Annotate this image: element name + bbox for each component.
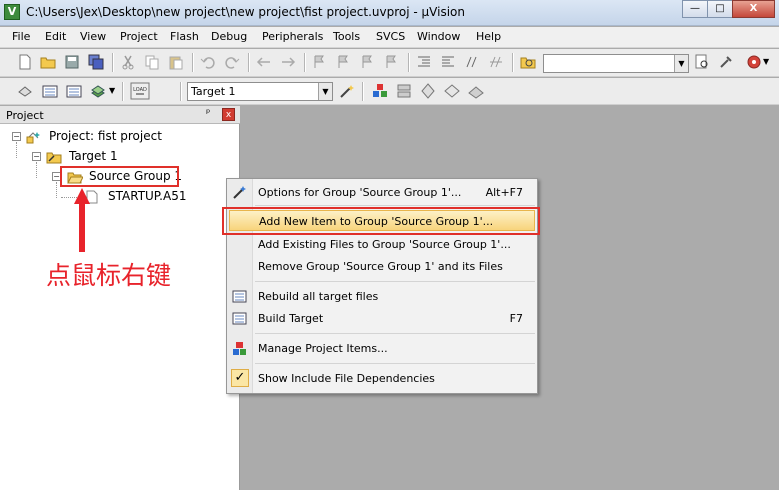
rebuild-icon <box>232 290 247 303</box>
menu-svcs[interactable]: SVCS <box>376 30 405 43</box>
menu-peripherals[interactable]: Peripherals <box>262 30 323 43</box>
select-pack-icon[interactable] <box>420 83 436 99</box>
uvision-app-icon: V <box>4 4 20 20</box>
svg-text:LOAD: LOAD <box>133 87 147 93</box>
menu-debug[interactable]: Debug <box>211 30 247 43</box>
target-options-wand-icon[interactable] <box>339 83 355 99</box>
menu-item-options-for-group[interactable]: Options for Group 'Source Group 1'... Al… <box>227 182 537 203</box>
menu-item-rebuild-all[interactable]: Rebuild all target files <box>227 286 537 307</box>
build-target-icon[interactable] <box>42 83 58 99</box>
menu-item-manage-project-items[interactable]: Manage Project Items... <box>227 338 537 359</box>
menu-view[interactable]: View <box>80 30 106 43</box>
menu-help[interactable]: Help <box>476 30 501 43</box>
highlight-box-add-new-item <box>222 207 540 235</box>
find-combo[interactable]: ▼ <box>543 54 689 73</box>
tools-icon[interactable] <box>718 54 734 70</box>
build-icon <box>232 312 247 325</box>
tree-target-label[interactable]: Target 1 <box>69 149 118 163</box>
menu-item-build-target[interactable]: Build Target F7 <box>227 308 537 329</box>
bookmark-icon[interactable] <box>312 54 328 70</box>
save-icon[interactable] <box>64 54 80 70</box>
standard-toolbar: ▼ ▼ <box>0 49 779 77</box>
cut-icon[interactable] <box>120 54 136 70</box>
find-in-files-icon[interactable] <box>520 54 536 70</box>
nav-forward-icon[interactable] <box>280 54 296 70</box>
chevron-down-icon[interactable]: ▼ <box>674 55 688 72</box>
menu-bar: File Edit View Project Flash Debug Perip… <box>0 27 779 48</box>
chevron-down-icon[interactable]: ▼ <box>318 83 332 100</box>
menu-project[interactable]: Project <box>120 30 158 43</box>
menu-flash[interactable]: Flash <box>170 30 199 43</box>
copy-icon[interactable] <box>144 54 160 70</box>
new-file-icon[interactable] <box>17 54 33 70</box>
clear-bookmarks-icon[interactable] <box>384 54 400 70</box>
paste-icon[interactable] <box>168 54 184 70</box>
pin-icon[interactable]: ᵖ <box>206 108 210 119</box>
redo-icon[interactable] <box>224 54 240 70</box>
project-panel-header: Project ᵖ x <box>0 106 240 124</box>
batch-dropdown-icon[interactable]: ▼ <box>109 86 115 95</box>
prev-bookmark-icon[interactable] <box>336 54 352 70</box>
close-button[interactable]: X <box>732 0 775 18</box>
unindent-icon[interactable] <box>440 54 456 70</box>
menu-file[interactable]: File <box>12 30 30 43</box>
maximize-button[interactable]: □ <box>707 0 733 18</box>
annotation-text: 点鼠标右键 <box>46 261 172 290</box>
debug-session-icon[interactable] <box>746 54 762 70</box>
target-select-value: Target 1 <box>191 85 236 98</box>
rebuild-all-icon[interactable] <box>66 83 82 99</box>
minimize-button[interactable]: — <box>682 0 708 18</box>
menu-item-show-include-deps[interactable]: ✓ Show Include File Dependencies <box>227 368 537 389</box>
next-bookmark-icon[interactable] <box>360 54 376 70</box>
nav-back-icon[interactable] <box>256 54 272 70</box>
debug-dropdown-icon[interactable]: ▼ <box>763 57 769 66</box>
highlight-box-source-group <box>60 166 179 187</box>
undo-icon[interactable] <box>200 54 216 70</box>
annotation-arrow-icon <box>74 188 90 252</box>
project-panel: Project ᵖ x − Project: fist project − Ta… <box>0 106 240 490</box>
uvision-window: V C:\Users\Jex\Desktop\new project\new p… <box>0 0 779 490</box>
project-icon <box>26 132 40 144</box>
manage-components-icon[interactable] <box>372 83 388 99</box>
save-all-icon[interactable] <box>88 54 104 70</box>
tree-file-label[interactable]: STARTUP.A51 <box>108 189 186 203</box>
window-title: C:\Users\Jex\Desktop\new project\new pro… <box>26 5 465 19</box>
checkmark-icon: ✓ <box>231 369 249 387</box>
target-select[interactable]: Target 1 ▼ <box>187 82 333 101</box>
menu-tools[interactable]: Tools <box>333 30 360 43</box>
menu-item-remove-group[interactable]: Remove Group 'Source Group 1' and its Fi… <box>227 256 537 277</box>
menu-edit[interactable]: Edit <box>45 30 66 43</box>
title-bar: V C:\Users\Jex\Desktop\new project\new p… <box>0 0 779 26</box>
software-packs-icon[interactable] <box>444 83 460 99</box>
indent-icon[interactable] <box>416 54 432 70</box>
menu-item-add-existing-files[interactable]: Add Existing Files to Group 'Source Grou… <box>227 234 537 255</box>
options-wand-icon <box>233 186 246 199</box>
search-doc-icon[interactable] <box>694 54 710 70</box>
build-toolbar: ▼ LOAD Target 1 ▼ <box>0 78 779 105</box>
collapse-project-toggle[interactable]: − <box>12 132 21 141</box>
target-icon <box>46 152 62 164</box>
batch-build-icon[interactable] <box>90 83 106 99</box>
tree-project-label[interactable]: Project: fist project <box>49 129 162 143</box>
menu-window[interactable]: Window <box>417 30 460 43</box>
download-load-icon[interactable]: LOAD <box>130 82 150 100</box>
collapse-target-toggle[interactable]: − <box>32 152 41 161</box>
pack-installer-icon[interactable] <box>396 83 412 99</box>
run-time-env-icon[interactable] <box>468 83 484 99</box>
comment-icon[interactable] <box>464 54 480 70</box>
panel-close-icon[interactable]: x <box>222 108 235 121</box>
open-folder-icon[interactable] <box>40 54 56 70</box>
project-panel-title: Project <box>6 109 44 122</box>
manage-items-icon <box>233 342 246 355</box>
uncomment-icon[interactable] <box>488 54 504 70</box>
translate-icon[interactable] <box>17 83 33 99</box>
